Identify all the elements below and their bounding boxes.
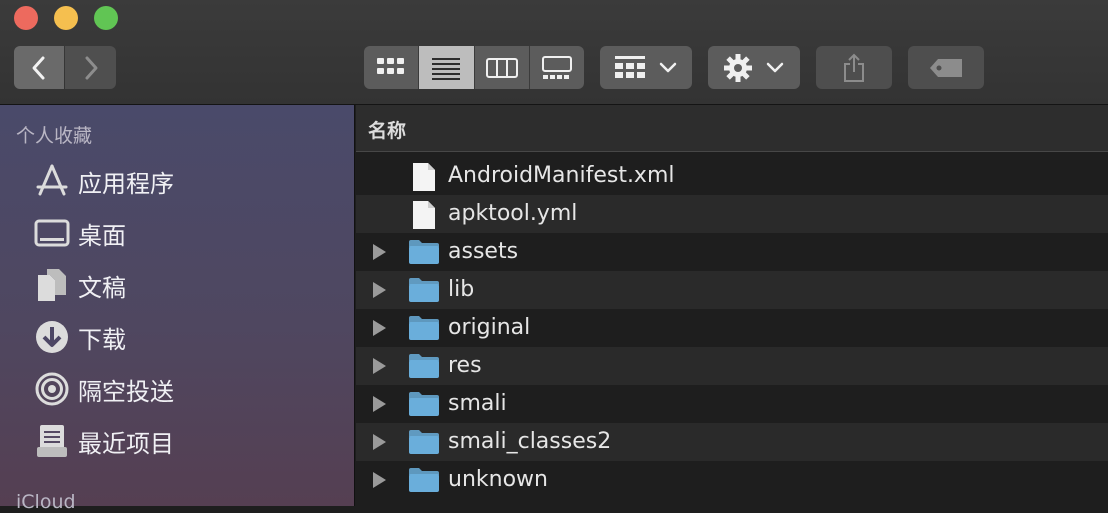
icloud-section-title: iCloud bbox=[16, 491, 76, 513]
gallery-view-icon bbox=[541, 55, 572, 79]
list-item[interactable]: unknown bbox=[356, 461, 1108, 499]
icon-view-icon bbox=[377, 57, 405, 74]
sidebar-item-label: 文稿 bbox=[78, 273, 126, 302]
list-item[interactable]: original bbox=[356, 309, 1108, 347]
chevron-right-icon bbox=[85, 56, 97, 79]
gallery-view-button[interactable] bbox=[529, 46, 584, 89]
disclosure-triangle-icon[interactable] bbox=[373, 244, 386, 260]
folder-icon bbox=[408, 315, 440, 341]
sidebar-item-desktop[interactable]: 桌面 bbox=[32, 213, 126, 253]
zoom-button[interactable] bbox=[94, 6, 118, 30]
file-name: res bbox=[448, 353, 482, 378]
minimize-button[interactable] bbox=[54, 6, 78, 30]
column-header-label: 名称 bbox=[368, 120, 407, 142]
file-name: unknown bbox=[448, 467, 548, 492]
documents-icon bbox=[32, 265, 72, 305]
folder-icon bbox=[408, 353, 440, 379]
list-item[interactable]: lib bbox=[356, 271, 1108, 309]
view-mode-control bbox=[364, 46, 584, 89]
sidebar-item-applications[interactable]: 应用程序 bbox=[32, 161, 174, 201]
forward-button[interactable] bbox=[65, 46, 116, 89]
file-name: apktool.yml bbox=[448, 201, 578, 226]
folder-icon bbox=[408, 277, 440, 303]
disclosure-triangle-icon[interactable] bbox=[373, 320, 386, 336]
file-name: lib bbox=[448, 277, 475, 302]
tag-icon bbox=[930, 58, 962, 77]
file-name: AndroidManifest.xml bbox=[448, 163, 675, 188]
file-name: smali bbox=[448, 391, 507, 416]
close-button[interactable] bbox=[14, 6, 38, 30]
icon-view-button[interactable] bbox=[364, 46, 420, 89]
group-by-icon bbox=[615, 55, 645, 78]
airdrop-icon bbox=[32, 369, 72, 409]
file-name: original bbox=[448, 315, 531, 340]
share-button[interactable] bbox=[816, 46, 892, 89]
sidebar-item-recents[interactable]: 最近项目 bbox=[32, 421, 174, 461]
desktop-icon bbox=[32, 213, 72, 253]
file-list: 名称 AndroidManifest.xml apktool.yml assets l… bbox=[356, 105, 1108, 506]
favorites-section-title: 个人收藏 bbox=[16, 125, 93, 147]
folder-icon bbox=[408, 467, 440, 493]
column-view-button[interactable] bbox=[474, 46, 530, 89]
downloads-icon bbox=[32, 317, 72, 357]
list-item[interactable]: AndroidManifest.xml bbox=[356, 157, 1108, 195]
disclosure-triangle-icon[interactable] bbox=[373, 358, 386, 374]
applications-icon bbox=[32, 161, 72, 201]
file-name: assets bbox=[448, 239, 519, 264]
disclosure-triangle-icon[interactable] bbox=[373, 434, 386, 450]
file-name: smali_classes2 bbox=[448, 429, 612, 454]
tag-button[interactable] bbox=[908, 46, 984, 89]
file-icon bbox=[412, 162, 444, 191]
recents-icon bbox=[32, 421, 72, 461]
list-item[interactable]: assets bbox=[356, 233, 1108, 271]
folder-icon bbox=[408, 239, 440, 265]
sidebar-item-label: 最近项目 bbox=[78, 429, 174, 458]
action-button[interactable] bbox=[708, 46, 800, 89]
sidebar-item-label: 下载 bbox=[78, 325, 126, 354]
disclosure-triangle-icon[interactable] bbox=[373, 396, 386, 412]
name-column-header[interactable]: 名称 bbox=[356, 105, 1108, 152]
sidebar-item-label: 隔空投送 bbox=[78, 377, 174, 406]
disclosure-triangle-icon[interactable] bbox=[373, 472, 386, 488]
list-item[interactable]: apktool.yml bbox=[356, 195, 1108, 233]
gear-icon bbox=[724, 53, 752, 82]
back-button[interactable] bbox=[14, 46, 64, 89]
sidebar-item-downloads[interactable]: 下载 bbox=[32, 317, 126, 357]
column-view-icon bbox=[485, 57, 518, 78]
list-item[interactable]: smali bbox=[356, 385, 1108, 423]
folder-icon bbox=[408, 429, 440, 455]
folder-icon bbox=[408, 391, 440, 417]
list-view-icon bbox=[432, 57, 461, 80]
list-item[interactable]: smali_classes2 bbox=[356, 423, 1108, 461]
sidebar-item-label: 应用程序 bbox=[78, 169, 174, 198]
file-icon bbox=[412, 200, 444, 229]
sidebar-item-label: 桌面 bbox=[78, 221, 126, 250]
toolbar bbox=[0, 0, 1108, 105]
sidebar-item-airdrop[interactable]: 隔空投送 bbox=[32, 369, 174, 409]
disclosure-triangle-icon[interactable] bbox=[373, 282, 386, 298]
list-view-button[interactable] bbox=[419, 46, 475, 89]
list-item[interactable]: res bbox=[356, 347, 1108, 385]
chevron-down-icon bbox=[659, 62, 677, 72]
group-by-button[interactable] bbox=[600, 46, 692, 89]
chevron-left-icon bbox=[32, 56, 45, 79]
share-icon bbox=[844, 53, 864, 82]
chevron-down-icon bbox=[766, 62, 784, 72]
sidebar: 个人收藏 应用程序 桌面 文稿 下载 隔空投送 最近项目 iCloud bbox=[0, 105, 355, 513]
sidebar-item-documents[interactable]: 文稿 bbox=[32, 265, 126, 305]
